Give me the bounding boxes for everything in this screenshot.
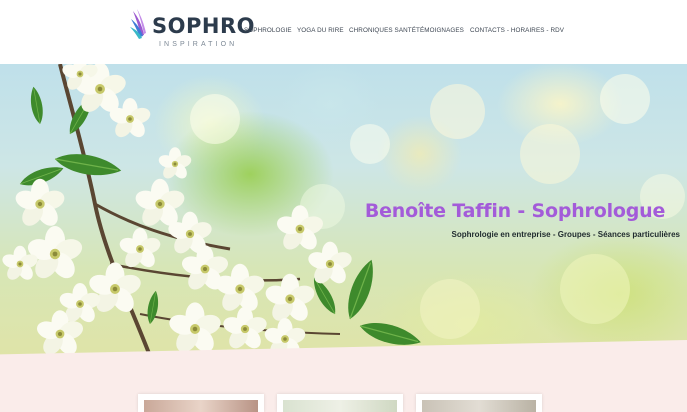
hero-subtitle: Sophrologie en entreprise - Groupes - Sé… <box>451 230 680 239</box>
nav-item-yoga-du-rire[interactable]: YOGA DU RIRE <box>297 27 344 34</box>
nav-item-chroniques-sante[interactable]: CHRONIQUES SANTÉ <box>349 27 416 34</box>
card-image <box>283 400 397 412</box>
nav-item-contacts-horaires-rdv[interactable]: CONTACTS - HORAIRES - RDV <box>470 27 564 34</box>
feature-card-1[interactable] <box>138 394 264 412</box>
card-image <box>422 400 536 412</box>
feature-card-3[interactable] <box>416 394 542 412</box>
site-header: SOPHRO INSPIRATION SOPHROLOGIE YOGA DU R… <box>0 0 687 64</box>
hero-banner: Benoîte Taffin - Sophrologue Sophrologie… <box>0 64 687 356</box>
nav-item-temoignages[interactable]: TÉMOIGNAGES <box>416 27 464 34</box>
main-navigation: SOPHROLOGIE YOGA DU RIRE CHRONIQUES SANT… <box>0 0 687 64</box>
nav-item-sophrologie[interactable]: SOPHROLOGIE <box>244 27 292 34</box>
card-image <box>144 400 258 412</box>
feature-card-2[interactable] <box>277 394 403 412</box>
hero-title: Benoîte Taffin - Sophrologue <box>364 200 666 222</box>
